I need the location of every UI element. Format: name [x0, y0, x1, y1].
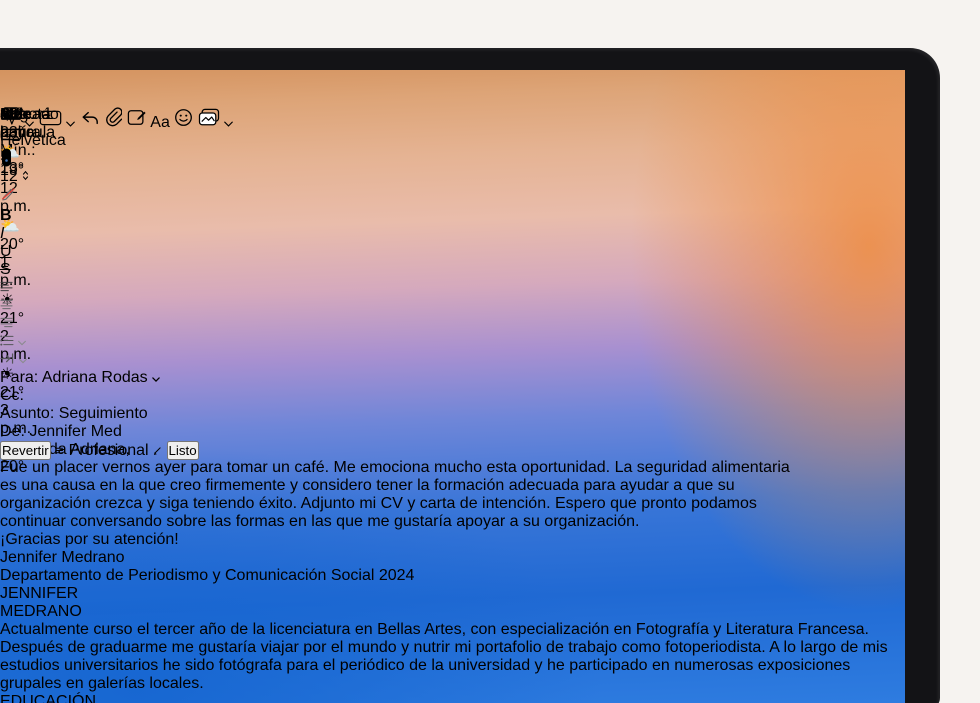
bold-button[interactable]: B [0, 207, 905, 225]
recipient-pill[interactable]: Adriana Rodas [42, 369, 160, 386]
cv-education-heading: EDUCACIÓN [0, 693, 905, 703]
cc-field[interactable]: Cc: [0, 387, 905, 405]
subject-field[interactable]: Asunto: Seguimiento [0, 405, 905, 423]
italic-button[interactable]: I [0, 225, 905, 243]
macbook-screen: ón Mensaje Formato Ventana Ayuda [0, 70, 905, 703]
reply-indicator-icon [80, 114, 104, 131]
from-field[interactable]: De: Jennifer Med [0, 423, 905, 441]
writing-tools-bar: Revertir Profesional Listo [0, 441, 199, 460]
emoji-button[interactable] [174, 114, 197, 131]
cv-attachment-preview[interactable]: JENNIFER MEDRANO Actualmente curso el te… [0, 585, 905, 703]
align-left-button[interactable] [0, 279, 905, 297]
from-label: De: [0, 423, 25, 440]
screenshot-stage: ón Mensaje Formato Ventana Ayuda [0, 0, 980, 703]
cc-label: Cc: [0, 387, 24, 404]
send-options-chevron-icon[interactable] [25, 114, 38, 131]
font-family-select[interactable]: Helvetica [0, 132, 64, 168]
align-right-button[interactable] [0, 315, 905, 333]
mail-compose-window: Aa Helvetica 12 [0, 106, 905, 703]
format-bar: Helvetica 12 B I U S [0, 132, 905, 369]
compose-pencil-icon[interactable] [153, 442, 166, 459]
subject-label: Asunto: [0, 405, 54, 422]
header-fields-button[interactable] [39, 114, 66, 131]
to-label: Para: [0, 369, 38, 386]
markup-button[interactable] [127, 114, 151, 131]
revert-button[interactable]: Revertir [0, 441, 51, 460]
strikethrough-button[interactable]: S [0, 261, 905, 279]
underline-button[interactable]: U [0, 243, 905, 261]
send-button[interactable] [0, 114, 25, 131]
cv-name: JENNIFER MEDRANO [0, 585, 905, 621]
list-style-button[interactable] [0, 333, 905, 351]
photos-browser-button[interactable] [198, 114, 224, 131]
subject-value: Seguimiento [59, 405, 148, 422]
from-value: Jennifer Med [29, 423, 122, 440]
highlight-pen-icon[interactable] [0, 186, 905, 207]
indent-button[interactable] [0, 351, 905, 369]
to-field[interactable]: Para: Adriana Rodas [0, 369, 905, 387]
font-size-select[interactable]: 12 [0, 168, 34, 186]
writing-style-label: Profesional [69, 442, 149, 459]
done-button[interactable]: Listo [167, 441, 199, 460]
header-fields-chevron-icon[interactable] [66, 114, 79, 131]
cv-intro-paragraph: Actualmente curso el tercer año de la li… [0, 621, 905, 693]
align-center-button[interactable] [0, 297, 905, 315]
format-text-button[interactable]: Aa [150, 114, 170, 131]
photos-chevron-icon[interactable] [224, 114, 233, 131]
signature-line: Departamento de Periodismo y Comunicació… [0, 567, 414, 584]
message-body[interactable]: Estimada Adriana, Fue un placer vernos a… [0, 441, 905, 585]
attach-file-button[interactable] [104, 114, 126, 131]
writing-tools-icon[interactable] [55, 442, 68, 459]
